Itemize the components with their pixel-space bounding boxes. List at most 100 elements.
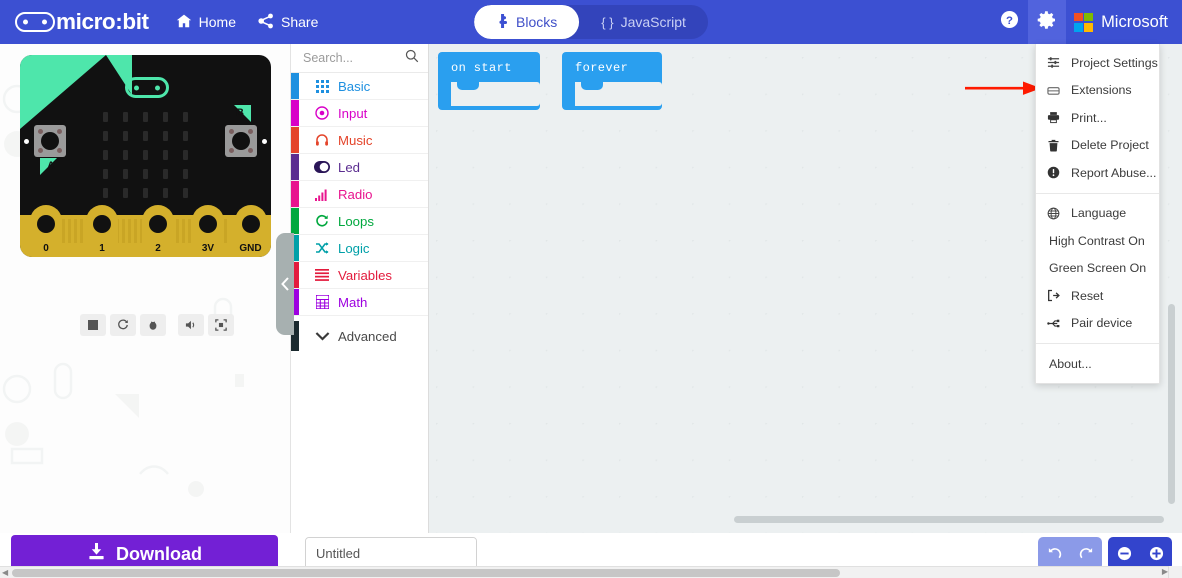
toolbox-category-input[interactable]: Input: [291, 100, 428, 127]
nav-share-label: Share: [281, 14, 319, 30]
menu-item-print[interactable]: Print...: [1036, 104, 1159, 132]
menu-item-project-settings[interactable]: Project Settings: [1036, 49, 1159, 77]
board-edge-dot-right: [262, 139, 267, 144]
category-color-bar: [291, 208, 299, 234]
category-label: Variables: [338, 267, 392, 283]
workspace-horizontal-scrollbar[interactable]: [734, 516, 1164, 523]
download-icon: [87, 542, 106, 566]
page-horizontal-scrollbar[interactable]: ◀ ▶: [0, 566, 1182, 578]
menu-item-label: Project Settings: [1071, 55, 1158, 70]
search-input[interactable]: [303, 51, 403, 65]
calculator-icon: [312, 295, 332, 309]
target-icon: [312, 106, 332, 120]
menu-item-extensions[interactable]: Extensions: [1036, 77, 1159, 105]
category-color-bar: [291, 154, 299, 180]
menu-item-label: About...: [1049, 356, 1092, 371]
tab-javascript[interactable]: { } JavaScript: [579, 5, 708, 39]
bug-icon: [149, 321, 157, 330]
menu-item-about[interactable]: About...: [1036, 350, 1159, 378]
block-on-start[interactable]: on start: [438, 52, 540, 110]
toolbox-category-led[interactable]: Led: [291, 154, 428, 181]
toolbox-search[interactable]: [291, 44, 428, 73]
pin-1-label: 1: [99, 243, 105, 254]
header-right-actions: ? Microsoft: [990, 0, 1182, 44]
scrollbar-thumb[interactable]: [12, 569, 840, 577]
pin-1[interactable]: [86, 205, 118, 247]
menu-item-label: Delete Project: [1071, 138, 1149, 153]
category-label: Music: [338, 132, 373, 148]
category-color-bar: [291, 127, 299, 153]
restart-button[interactable]: [110, 314, 136, 336]
signal-icon: [312, 188, 332, 201]
board-button-a[interactable]: [34, 125, 66, 157]
pin-3v[interactable]: [192, 205, 224, 247]
menu-item-green-screen[interactable]: Green Screen On: [1036, 255, 1159, 283]
tab-blocks[interactable]: Blocks: [474, 5, 580, 39]
toolbox-category-logic[interactable]: Logic: [291, 235, 428, 262]
toolbox-category-basic[interactable]: Basic: [291, 73, 428, 100]
pin-2[interactable]: [142, 205, 174, 247]
microsoft-squares-icon: [1074, 12, 1094, 32]
toolbox-category-math[interactable]: Math: [291, 289, 428, 316]
microbit-board: A B 0 1 2 3V GND: [20, 55, 271, 257]
nav-share[interactable]: Share: [247, 0, 329, 44]
debug-button[interactable]: [140, 314, 166, 336]
expand-icon: [215, 319, 227, 331]
toolbox-collapse-handle[interactable]: [276, 233, 294, 335]
globe-icon: [1047, 207, 1064, 220]
chevron-down-icon: [312, 331, 332, 341]
category-label: Loops: [338, 213, 374, 229]
download-label: Download: [116, 543, 202, 564]
app-header: micro:bit Home Share Blocks {} JavaScri…: [0, 0, 1182, 44]
brand-logo[interactable]: micro:bit: [15, 9, 149, 35]
trash-icon: [1047, 139, 1064, 152]
help-button[interactable]: ?: [990, 0, 1028, 44]
sliders-icon: [1047, 56, 1064, 69]
pin-gnd[interactable]: [235, 205, 267, 247]
reset-icon: [1047, 289, 1064, 302]
toolbox-category-variables[interactable]: Variables: [291, 262, 428, 289]
stop-button[interactable]: [80, 314, 106, 336]
volume-icon: [185, 320, 194, 330]
chevron-left-icon: [280, 277, 289, 291]
undo-icon: [1048, 548, 1061, 559]
puzzle-icon: [496, 13, 509, 31]
mute-button[interactable]: [178, 314, 204, 336]
nav-home[interactable]: Home: [165, 0, 247, 44]
toggle-icon: [312, 161, 332, 173]
menu-item-delete-project[interactable]: Delete Project: [1036, 132, 1159, 160]
settings-button[interactable]: [1028, 0, 1067, 44]
menu-item-report-abuse[interactable]: Report Abuse...: [1036, 159, 1159, 187]
grid-icon: [312, 79, 332, 93]
board-edge-dot-left: [24, 139, 29, 144]
home-icon: [176, 13, 192, 32]
menu-item-reset[interactable]: Reset: [1036, 282, 1159, 310]
toolbox-category-advanced[interactable]: Advanced: [291, 321, 428, 351]
microsoft-logo[interactable]: Microsoft: [1066, 0, 1182, 44]
block-forever[interactable]: forever: [562, 52, 662, 110]
advanced-label: Advanced: [338, 328, 397, 344]
tab-blocks-label: Blocks: [516, 14, 558, 30]
nav-home-label: Home: [198, 14, 237, 30]
settings-dropdown-menu: Project Settings Extensions Print... Del…: [1035, 44, 1160, 384]
scroll-left-arrow[interactable]: ◀: [2, 568, 8, 577]
plus-circle-icon: [1149, 546, 1163, 561]
led-matrix[interactable]: [95, 107, 195, 202]
menu-item-high-contrast[interactable]: High Contrast On: [1036, 227, 1159, 255]
category-label: Basic: [338, 78, 371, 94]
menu-item-language[interactable]: Language: [1036, 200, 1159, 228]
menu-divider-2: [1036, 343, 1159, 344]
fullscreen-button[interactable]: [208, 314, 234, 336]
menu-item-pair-device[interactable]: Pair device: [1036, 310, 1159, 338]
workspace-vertical-scrollbar[interactable]: [1168, 304, 1175, 504]
toolbox-category-music[interactable]: Music: [291, 127, 428, 154]
toolbox-category-loops[interactable]: Loops: [291, 208, 428, 235]
search-icon[interactable]: [405, 49, 419, 68]
redo-icon: [1079, 548, 1092, 559]
board-button-b[interactable]: [225, 125, 257, 157]
microbit-makecode-editor: micro:bit Home Share Blocks {} JavaScri…: [0, 0, 1182, 578]
pin-0[interactable]: [30, 205, 62, 247]
category-label: Input: [338, 105, 368, 121]
toolbox-category-radio[interactable]: Radio: [291, 181, 428, 208]
project-name-input[interactable]: [306, 538, 476, 569]
